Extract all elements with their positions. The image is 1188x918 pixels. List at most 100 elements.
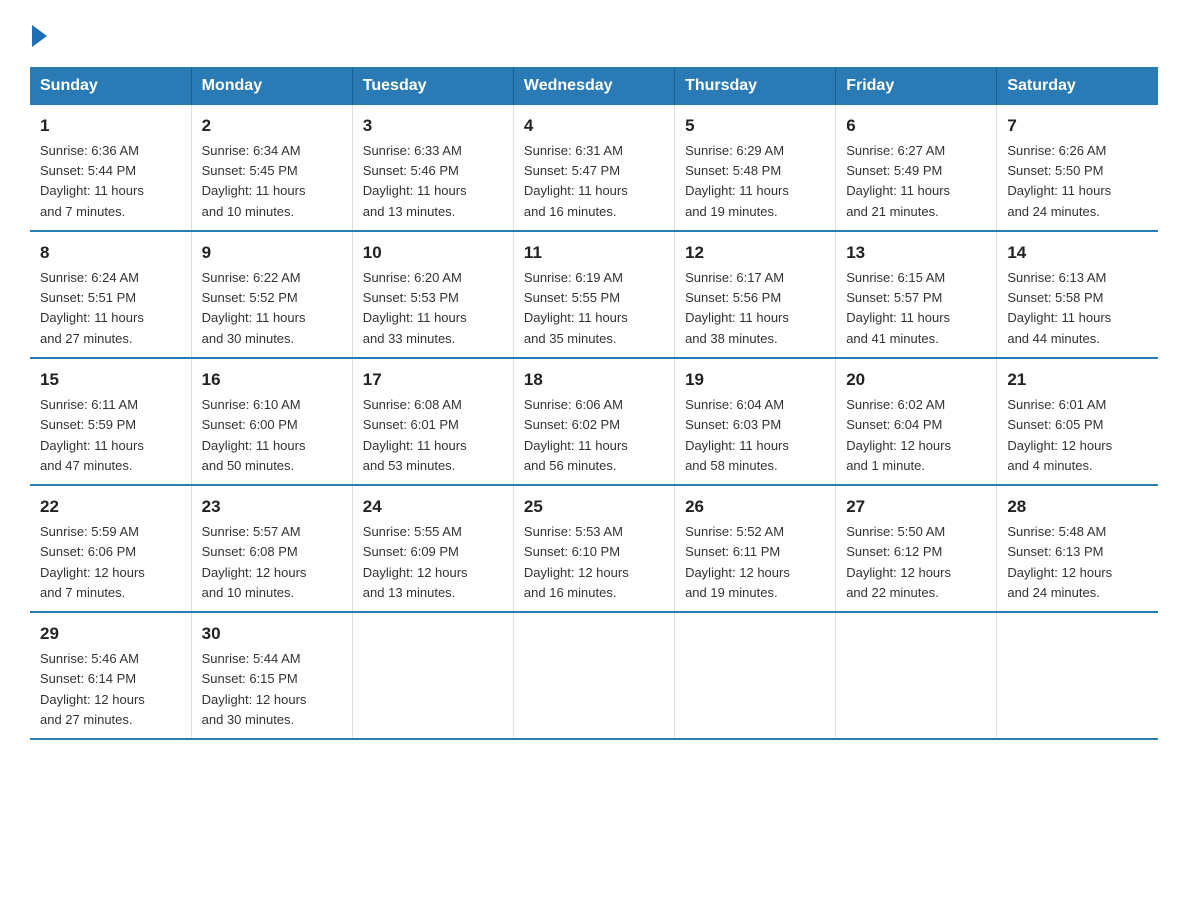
calendar-cell: 19Sunrise: 6:04 AM Sunset: 6:03 PM Dayli… — [675, 358, 836, 485]
calendar-cell: 18Sunrise: 6:06 AM Sunset: 6:02 PM Dayli… — [513, 358, 674, 485]
calendar-cell: 21Sunrise: 6:01 AM Sunset: 6:05 PM Dayli… — [997, 358, 1158, 485]
day-number: 1 — [40, 113, 181, 139]
day-info: Sunrise: 6:01 AM Sunset: 6:05 PM Dayligh… — [1007, 395, 1148, 476]
col-header-friday: Friday — [836, 67, 997, 105]
day-info: Sunrise: 6:33 AM Sunset: 5:46 PM Dayligh… — [363, 141, 503, 222]
calendar-cell: 15Sunrise: 6:11 AM Sunset: 5:59 PM Dayli… — [30, 358, 191, 485]
day-number: 29 — [40, 621, 181, 647]
page-header — [30, 20, 1158, 47]
day-number: 6 — [846, 113, 986, 139]
calendar-cell — [352, 612, 513, 739]
day-info: Sunrise: 6:36 AM Sunset: 5:44 PM Dayligh… — [40, 141, 181, 222]
day-number: 28 — [1007, 494, 1148, 520]
day-number: 9 — [202, 240, 342, 266]
calendar-cell: 14Sunrise: 6:13 AM Sunset: 5:58 PM Dayli… — [997, 231, 1158, 358]
day-info: Sunrise: 6:04 AM Sunset: 6:03 PM Dayligh… — [685, 395, 825, 476]
logo-arrow-icon — [32, 25, 47, 47]
day-info: Sunrise: 6:34 AM Sunset: 5:45 PM Dayligh… — [202, 141, 342, 222]
calendar-cell: 6Sunrise: 6:27 AM Sunset: 5:49 PM Daylig… — [836, 105, 997, 231]
day-info: Sunrise: 5:57 AM Sunset: 6:08 PM Dayligh… — [202, 522, 342, 603]
calendar-cell — [513, 612, 674, 739]
day-number: 7 — [1007, 113, 1148, 139]
day-info: Sunrise: 5:48 AM Sunset: 6:13 PM Dayligh… — [1007, 522, 1148, 603]
calendar-cell: 30Sunrise: 5:44 AM Sunset: 6:15 PM Dayli… — [191, 612, 352, 739]
day-info: Sunrise: 5:55 AM Sunset: 6:09 PM Dayligh… — [363, 522, 503, 603]
calendar-cell: 2Sunrise: 6:34 AM Sunset: 5:45 PM Daylig… — [191, 105, 352, 231]
day-number: 3 — [363, 113, 503, 139]
day-info: Sunrise: 6:22 AM Sunset: 5:52 PM Dayligh… — [202, 268, 342, 349]
day-info: Sunrise: 6:11 AM Sunset: 5:59 PM Dayligh… — [40, 395, 181, 476]
day-info: Sunrise: 6:31 AM Sunset: 5:47 PM Dayligh… — [524, 141, 664, 222]
day-info: Sunrise: 6:10 AM Sunset: 6:00 PM Dayligh… — [202, 395, 342, 476]
calendar-header-row: SundayMondayTuesdayWednesdayThursdayFrid… — [30, 67, 1158, 105]
day-number: 26 — [685, 494, 825, 520]
logo-text — [30, 20, 47, 49]
day-number: 21 — [1007, 367, 1148, 393]
day-number: 10 — [363, 240, 503, 266]
col-header-sunday: Sunday — [30, 67, 191, 105]
day-info: Sunrise: 5:50 AM Sunset: 6:12 PM Dayligh… — [846, 522, 986, 603]
day-info: Sunrise: 6:27 AM Sunset: 5:49 PM Dayligh… — [846, 141, 986, 222]
day-info: Sunrise: 6:19 AM Sunset: 5:55 PM Dayligh… — [524, 268, 664, 349]
calendar-cell: 22Sunrise: 5:59 AM Sunset: 6:06 PM Dayli… — [30, 485, 191, 612]
day-number: 5 — [685, 113, 825, 139]
day-info: Sunrise: 6:08 AM Sunset: 6:01 PM Dayligh… — [363, 395, 503, 476]
calendar-week-5: 29Sunrise: 5:46 AM Sunset: 6:14 PM Dayli… — [30, 612, 1158, 739]
day-number: 17 — [363, 367, 503, 393]
day-info: Sunrise: 6:29 AM Sunset: 5:48 PM Dayligh… — [685, 141, 825, 222]
calendar-week-1: 1Sunrise: 6:36 AM Sunset: 5:44 PM Daylig… — [30, 105, 1158, 231]
calendar-cell — [997, 612, 1158, 739]
day-number: 11 — [524, 240, 664, 266]
day-info: Sunrise: 6:02 AM Sunset: 6:04 PM Dayligh… — [846, 395, 986, 476]
calendar-week-4: 22Sunrise: 5:59 AM Sunset: 6:06 PM Dayli… — [30, 485, 1158, 612]
calendar-table: SundayMondayTuesdayWednesdayThursdayFrid… — [30, 67, 1158, 740]
day-number: 27 — [846, 494, 986, 520]
day-info: Sunrise: 6:13 AM Sunset: 5:58 PM Dayligh… — [1007, 268, 1148, 349]
day-info: Sunrise: 6:17 AM Sunset: 5:56 PM Dayligh… — [685, 268, 825, 349]
calendar-cell — [836, 612, 997, 739]
logo — [30, 20, 47, 47]
calendar-week-3: 15Sunrise: 6:11 AM Sunset: 5:59 PM Dayli… — [30, 358, 1158, 485]
day-number: 23 — [202, 494, 342, 520]
calendar-cell: 26Sunrise: 5:52 AM Sunset: 6:11 PM Dayli… — [675, 485, 836, 612]
day-info: Sunrise: 6:20 AM Sunset: 5:53 PM Dayligh… — [363, 268, 503, 349]
day-info: Sunrise: 6:06 AM Sunset: 6:02 PM Dayligh… — [524, 395, 664, 476]
col-header-wednesday: Wednesday — [513, 67, 674, 105]
day-number: 2 — [202, 113, 342, 139]
day-number: 19 — [685, 367, 825, 393]
day-info: Sunrise: 5:59 AM Sunset: 6:06 PM Dayligh… — [40, 522, 181, 603]
col-header-monday: Monday — [191, 67, 352, 105]
calendar-cell: 28Sunrise: 5:48 AM Sunset: 6:13 PM Dayli… — [997, 485, 1158, 612]
col-header-thursday: Thursday — [675, 67, 836, 105]
calendar-cell: 13Sunrise: 6:15 AM Sunset: 5:57 PM Dayli… — [836, 231, 997, 358]
day-info: Sunrise: 5:46 AM Sunset: 6:14 PM Dayligh… — [40, 649, 181, 730]
day-number: 30 — [202, 621, 342, 647]
day-number: 25 — [524, 494, 664, 520]
day-number: 8 — [40, 240, 181, 266]
col-header-saturday: Saturday — [997, 67, 1158, 105]
calendar-cell: 24Sunrise: 5:55 AM Sunset: 6:09 PM Dayli… — [352, 485, 513, 612]
calendar-cell — [675, 612, 836, 739]
calendar-cell: 4Sunrise: 6:31 AM Sunset: 5:47 PM Daylig… — [513, 105, 674, 231]
day-number: 15 — [40, 367, 181, 393]
calendar-cell: 23Sunrise: 5:57 AM Sunset: 6:08 PM Dayli… — [191, 485, 352, 612]
day-number: 22 — [40, 494, 181, 520]
day-number: 20 — [846, 367, 986, 393]
day-info: Sunrise: 5:44 AM Sunset: 6:15 PM Dayligh… — [202, 649, 342, 730]
calendar-cell: 9Sunrise: 6:22 AM Sunset: 5:52 PM Daylig… — [191, 231, 352, 358]
calendar-cell: 17Sunrise: 6:08 AM Sunset: 6:01 PM Dayli… — [352, 358, 513, 485]
day-number: 16 — [202, 367, 342, 393]
calendar-cell: 29Sunrise: 5:46 AM Sunset: 6:14 PM Dayli… — [30, 612, 191, 739]
calendar-cell: 3Sunrise: 6:33 AM Sunset: 5:46 PM Daylig… — [352, 105, 513, 231]
day-info: Sunrise: 5:52 AM Sunset: 6:11 PM Dayligh… — [685, 522, 825, 603]
day-number: 13 — [846, 240, 986, 266]
day-number: 12 — [685, 240, 825, 266]
calendar-cell: 27Sunrise: 5:50 AM Sunset: 6:12 PM Dayli… — [836, 485, 997, 612]
col-header-tuesday: Tuesday — [352, 67, 513, 105]
calendar-cell: 12Sunrise: 6:17 AM Sunset: 5:56 PM Dayli… — [675, 231, 836, 358]
calendar-cell: 1Sunrise: 6:36 AM Sunset: 5:44 PM Daylig… — [30, 105, 191, 231]
day-number: 14 — [1007, 240, 1148, 266]
calendar-cell: 10Sunrise: 6:20 AM Sunset: 5:53 PM Dayli… — [352, 231, 513, 358]
calendar-cell: 7Sunrise: 6:26 AM Sunset: 5:50 PM Daylig… — [997, 105, 1158, 231]
calendar-cell: 25Sunrise: 5:53 AM Sunset: 6:10 PM Dayli… — [513, 485, 674, 612]
